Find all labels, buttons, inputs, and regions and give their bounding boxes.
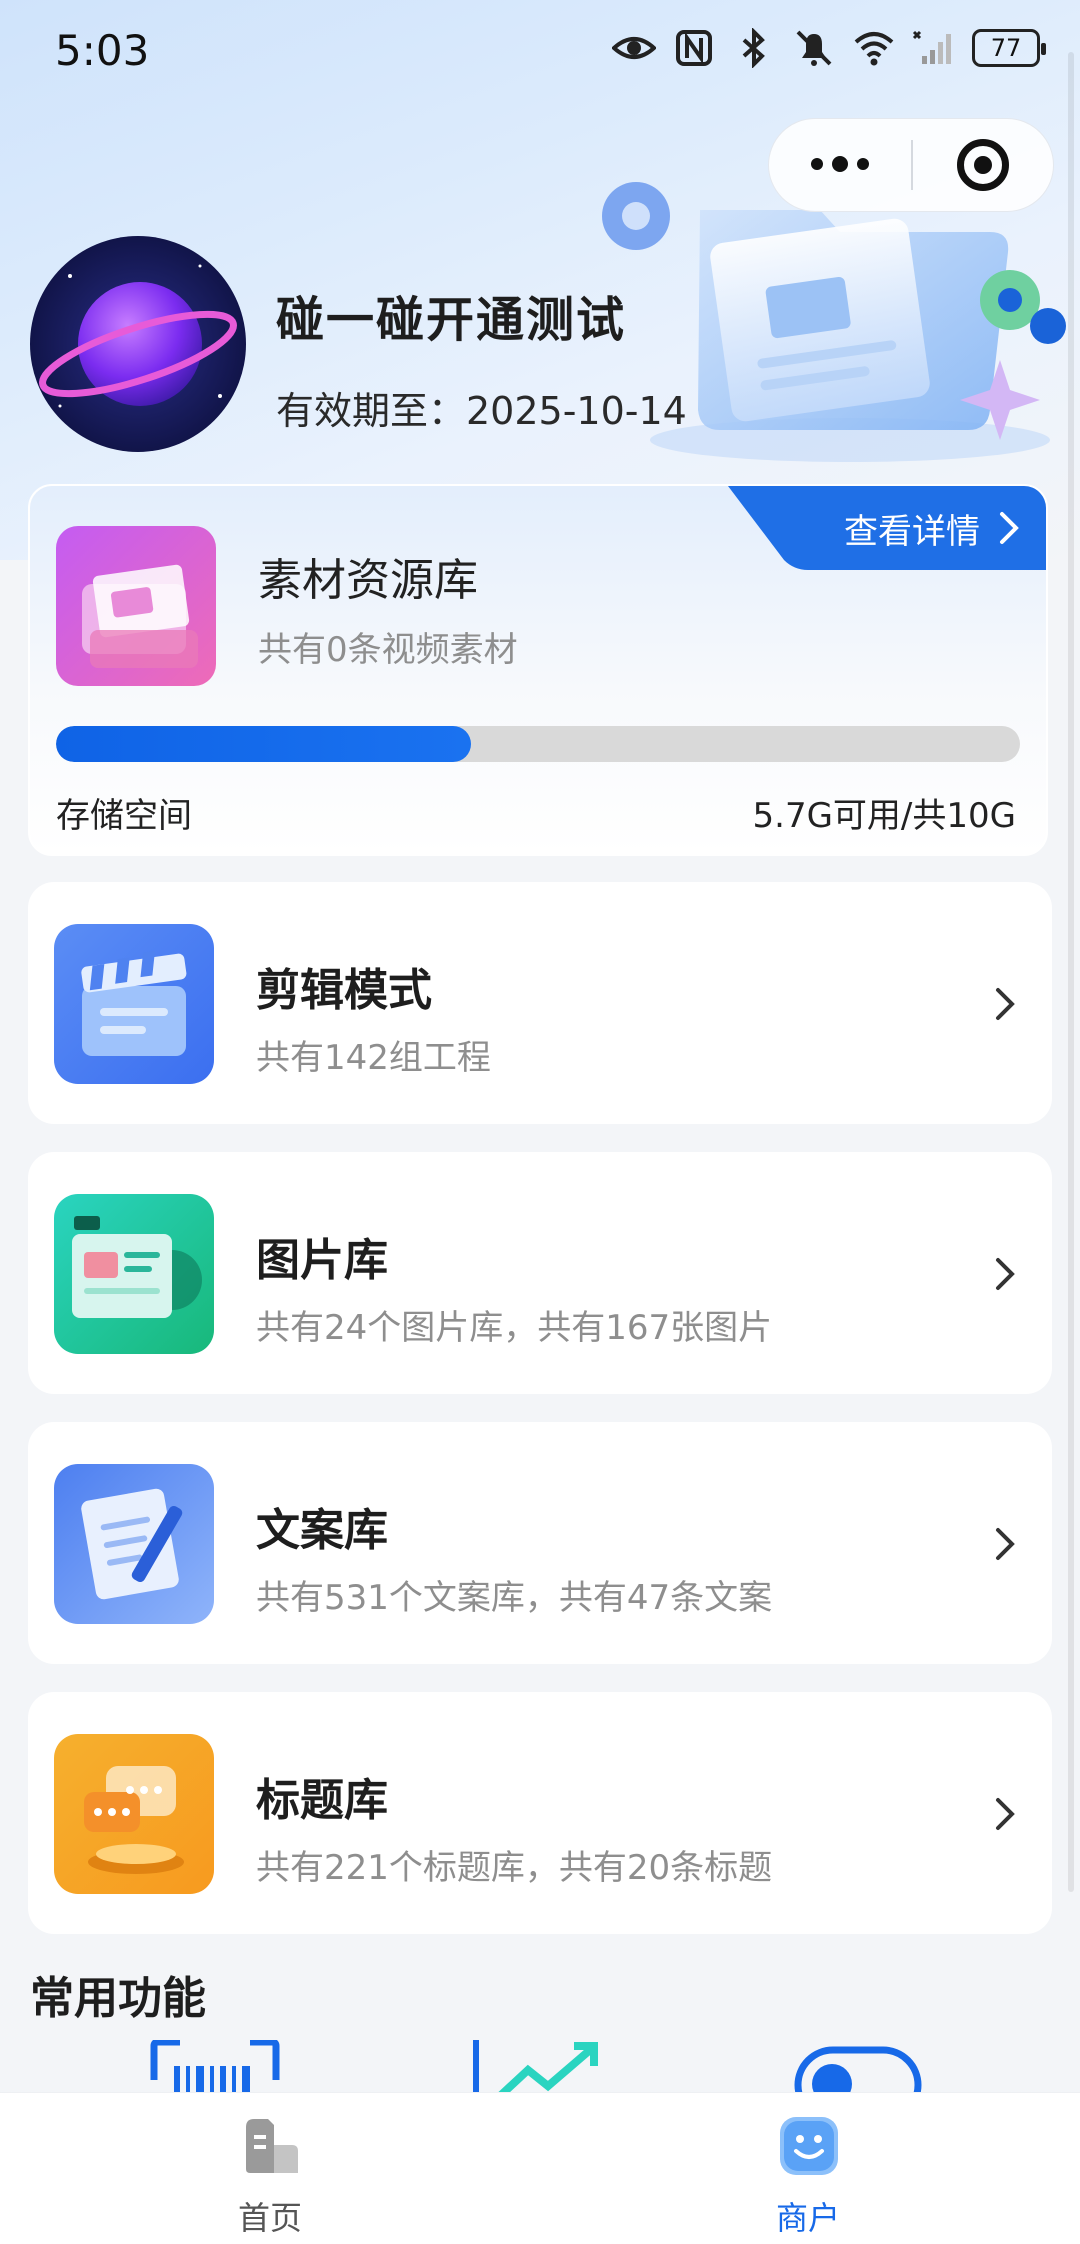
- tab-merchant[interactable]: 商户: [708, 2093, 908, 2244]
- chevron-right-icon: [996, 1528, 1015, 1560]
- bottom-tab-bar: 首页 商户: [0, 2092, 1080, 2244]
- view-detail-label: 查看详情: [844, 511, 980, 552]
- more-button[interactable]: [769, 119, 911, 211]
- chat-bubble-icon: [54, 1734, 214, 1894]
- cellular-signal-icon: [912, 30, 951, 64]
- card-image-library[interactable]: 图片库 共有24个图片库，共有167张图片: [28, 1152, 1052, 1394]
- card-subtitle: 共有221个标题库，共有20条标题: [256, 1848, 773, 1888]
- chevron-right-icon: [996, 1258, 1015, 1290]
- material-subtitle: 共有0条视频素材: [258, 630, 518, 670]
- more-dots-icon: [811, 156, 869, 172]
- card-copywriting-library[interactable]: 文案库 共有531个文案库，共有47条文案: [28, 1422, 1052, 1664]
- storage-value: 5.7G可用/共10G: [752, 796, 1016, 836]
- material-title: 素材资源库: [258, 555, 478, 606]
- merchant-icon: [780, 2117, 838, 2175]
- trend-chart-icon[interactable]: [470, 2040, 600, 2100]
- wifi-icon: [854, 32, 894, 66]
- target-close-icon: [957, 139, 1009, 191]
- storage-progress-fill: [56, 726, 471, 762]
- bluetooth-icon: [742, 28, 765, 68]
- profile-name: 碰一碰开通测试: [276, 292, 627, 348]
- notepad-pen-icon: [54, 1464, 214, 1624]
- film-folder-icon: [56, 526, 216, 686]
- card-subtitle: 共有142组工程: [256, 1038, 491, 1078]
- storage-label: 存储空间: [56, 796, 192, 836]
- tab-label: 首页: [237, 2199, 302, 2237]
- image-gallery-icon: [54, 1194, 214, 1354]
- scrollbar[interactable]: [1068, 52, 1074, 1892]
- toggle-switch-icon[interactable]: [794, 2040, 924, 2100]
- close-button[interactable]: [913, 139, 1053, 191]
- home-icon: [246, 2119, 298, 2173]
- mini-program-capsule: [768, 118, 1054, 212]
- card-subtitle: 共有24个图片库，共有167张图片: [256, 1308, 773, 1348]
- mute-bell-icon: [796, 30, 832, 66]
- tab-home[interactable]: 首页: [170, 2093, 370, 2244]
- material-library-card[interactable]: 查看详情 素材资源库 共有0条视频素材 存储空间 5.7G可用/共10G: [28, 484, 1048, 856]
- profile-expiry: 有效期至：2025-10-14: [276, 389, 687, 433]
- status-bar: 5:03 77: [0, 0, 1080, 100]
- view-detail-button[interactable]: 查看详情: [728, 486, 1046, 570]
- card-title: 文案库: [256, 1505, 388, 1556]
- chevron-right-icon: [996, 1798, 1015, 1830]
- status-time: 5:03: [55, 26, 150, 75]
- common-functions-title: 常用功能: [30, 1973, 206, 2024]
- chevron-right-icon: [996, 988, 1015, 1020]
- card-title: 图片库: [256, 1235, 388, 1286]
- eye-icon: [612, 37, 656, 59]
- card-title: 剪辑模式: [256, 965, 432, 1016]
- card-title-library[interactable]: 标题库 共有221个标题库，共有20条标题: [28, 1692, 1052, 1934]
- storage-progress-bar: [56, 726, 1020, 762]
- battery-indicator: 77: [972, 29, 1046, 67]
- avatar[interactable]: [30, 236, 246, 452]
- status-icons: 77: [612, 28, 1046, 68]
- clapperboard-icon: [54, 924, 214, 1084]
- card-subtitle: 共有531个文案库，共有47条文案: [256, 1578, 773, 1618]
- card-edit-mode[interactable]: 剪辑模式 共有142组工程: [28, 882, 1052, 1124]
- tab-label: 商户: [775, 2199, 840, 2237]
- card-title: 标题库: [256, 1775, 388, 1826]
- chevron-right-icon: [1000, 512, 1019, 544]
- barcode-scan-icon[interactable]: [150, 2040, 280, 2100]
- nfc-icon: [676, 30, 712, 66]
